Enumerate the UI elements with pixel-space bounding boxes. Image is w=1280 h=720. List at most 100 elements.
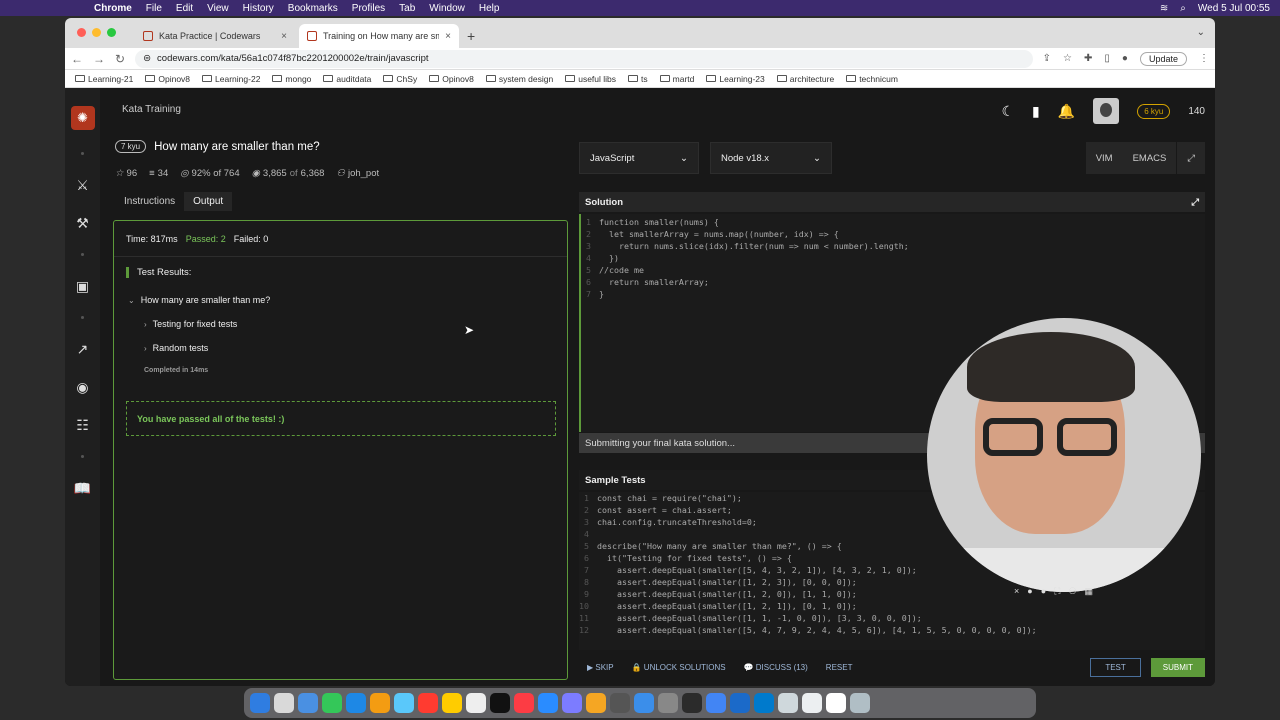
dock-app-icon[interactable] <box>562 693 582 713</box>
code-line[interactable]: 10 assert.deepEqual(smaller([1, 2, 1]), … <box>579 600 1205 612</box>
codewars-logo-icon[interactable]: ✺ <box>70 106 95 130</box>
menu-file[interactable]: File <box>146 3 162 14</box>
fullscreen-icon[interactable]: ⛶ <box>1054 586 1060 597</box>
dock-app-icon[interactable] <box>346 693 366 713</box>
menu-profiles[interactable]: Profiles <box>352 3 385 14</box>
dock-app-icon[interactable] <box>826 693 846 713</box>
bookmark-folder[interactable]: Learning-23 <box>706 74 765 84</box>
share-icon[interactable]: ⇪ <box>1043 53 1051 64</box>
dock-app-icon[interactable] <box>418 693 438 713</box>
code-line[interactable]: 5 //code me <box>581 264 1205 276</box>
submit-button[interactable]: SUBMIT <box>1150 657 1205 677</box>
discord-icon[interactable]: ◉ <box>76 379 88 395</box>
site-info-icon[interactable]: ⊜ <box>143 53 151 64</box>
dock-app-icon[interactable] <box>682 693 702 713</box>
bookmark-folder[interactable]: ts <box>628 74 648 84</box>
menu-edit[interactable]: Edit <box>176 3 193 14</box>
page-title[interactable]: How many are smaller than me? <box>154 141 320 153</box>
emacs-button[interactable]: EMACS <box>1123 142 1177 174</box>
close-tab-icon[interactable]: × <box>281 31 287 42</box>
dot-icon[interactable]: ● <box>1041 586 1046 597</box>
minimize-window-button[interactable] <box>92 28 101 37</box>
bookmark-folder[interactable]: ChSy <box>383 74 417 84</box>
url-text[interactable]: codewars.com/kata/56a1c074f87bc220120000… <box>157 53 428 64</box>
menu-tab[interactable]: Tab <box>399 3 415 14</box>
dock-app-icon[interactable] <box>394 693 414 713</box>
address-bar[interactable]: ⊜ codewars.com/kata/56a1c074f87bc2201200… <box>135 49 1033 68</box>
dock-app-icon[interactable] <box>706 693 726 713</box>
code-line[interactable]: 12 assert.deepEqual(smaller([5, 4, 7, 9,… <box>579 624 1205 636</box>
bookmark-folder[interactable]: system design <box>485 74 553 84</box>
menu-dots-icon[interactable]: ⋮ <box>1199 53 1209 64</box>
docs-book-icon[interactable]: 📖 <box>74 480 91 496</box>
language-select[interactable]: JavaScript ⌄ <box>579 142 699 174</box>
vim-button[interactable]: VIM <box>1086 142 1123 174</box>
code-line[interactable]: 6 return smallerArray; <box>581 276 1205 288</box>
tab-kata-practice[interactable]: Kata Practice | Codewars × <box>135 24 295 48</box>
close-window-button[interactable] <box>77 28 86 37</box>
menu-history[interactable]: History <box>243 3 274 14</box>
bookmark-folder[interactable]: Opinov8 <box>429 74 474 84</box>
new-tab-icon[interactable]: + <box>467 28 475 44</box>
bookmark-folder[interactable]: mongo <box>272 74 311 84</box>
calendar-icon[interactable]: ▦ <box>1085 586 1094 597</box>
training-icon[interactable]: ⚔ <box>76 177 89 193</box>
code-line[interactable]: 7} <box>581 288 1205 300</box>
bookmark-folder[interactable]: Learning-22 <box>202 74 260 84</box>
bookmark-folder[interactable]: useful libs <box>565 74 616 84</box>
discuss-button[interactable]: 💬 DISCUSS (13) <box>744 663 808 672</box>
reset-button[interactable]: RESET <box>826 663 853 672</box>
dock-app-icon[interactable] <box>586 693 606 713</box>
test-suite-row[interactable]: ⌄ How many are smaller than me? <box>128 295 270 305</box>
tab-output[interactable]: Output <box>184 192 233 211</box>
dock-app-icon[interactable] <box>610 693 630 713</box>
close-icon[interactable]: × <box>1014 586 1019 597</box>
dock-app-icon[interactable] <box>322 693 342 713</box>
dock-app-icon[interactable] <box>250 693 270 713</box>
runtime-select[interactable]: Node v18.x ⌄ <box>710 142 832 174</box>
dock-app-icon[interactable] <box>802 693 822 713</box>
dock-app-icon[interactable] <box>466 693 486 713</box>
dock-app-icon[interactable] <box>658 693 678 713</box>
dock-app-icon[interactable] <box>778 693 798 713</box>
bookmark-folder[interactable]: Learning-21 <box>75 74 133 84</box>
dock-app-icon[interactable] <box>754 693 774 713</box>
dock-app-icon[interactable] <box>514 693 534 713</box>
bookmark-folder[interactable]: auditdata <box>323 74 371 84</box>
dock-app-icon[interactable] <box>850 693 870 713</box>
practice-icon[interactable]: ⚒ <box>76 215 89 231</box>
dock-app-icon[interactable] <box>298 693 318 713</box>
wifi-icon[interactable]: ≋ <box>1160 3 1168 14</box>
zoom-window-button[interactable] <box>107 28 116 37</box>
menu-help[interactable]: Help <box>479 3 500 14</box>
notifications-icon[interactable]: 🔔 <box>1058 103 1075 120</box>
dock-app-icon[interactable] <box>538 693 558 713</box>
briefcase-icon[interactable]: ▣ <box>76 278 89 294</box>
update-button[interactable]: Update <box>1139 51 1187 66</box>
user-icon[interactable]: ⚇ <box>1068 586 1076 597</box>
sidebar-icon[interactable]: ▯ <box>1104 53 1110 64</box>
stars-stat[interactable]: ☆ 96 <box>115 168 137 179</box>
discussion-icon[interactable]: ☷ <box>76 417 89 433</box>
tab-training[interactable]: Training on How many are sma × <box>299 24 459 48</box>
author-stat[interactable]: ⚇ joh_pot <box>336 168 379 179</box>
leaderboard-icon[interactable]: ↗ <box>77 341 89 357</box>
dock-app-icon[interactable] <box>634 693 654 713</box>
bookmark-folder[interactable]: martd <box>659 74 694 84</box>
bookmark-star-icon[interactable]: ☆ <box>1063 53 1072 64</box>
menu-bookmarks[interactable]: Bookmarks <box>288 3 338 14</box>
profile-icon[interactable]: ● <box>1122 53 1128 64</box>
dock-app-icon[interactable] <box>730 693 750 713</box>
search-icon[interactable]: ⌕ <box>1180 3 1186 14</box>
dark-mode-icon[interactable]: ☾ <box>1001 103 1014 120</box>
dock-app-icon[interactable] <box>370 693 390 713</box>
code-line[interactable]: 3 return nums.slice(idx).filter(num => n… <box>581 240 1205 252</box>
collections-stat[interactable]: ≡ 34 <box>149 168 168 179</box>
menu-app[interactable]: Chrome <box>94 3 132 14</box>
code-line[interactable]: 2 let smallerArray = nums.map((number, i… <box>581 228 1205 240</box>
bookmark-folder[interactable]: technicum <box>846 74 898 84</box>
skip-button[interactable]: ▶ SKIP <box>587 663 614 672</box>
expand-icon[interactable]: ⤢ <box>1191 197 1199 208</box>
dock-app-icon[interactable] <box>490 693 510 713</box>
clock[interactable]: Wed 5 Jul 00:55 <box>1198 3 1270 14</box>
